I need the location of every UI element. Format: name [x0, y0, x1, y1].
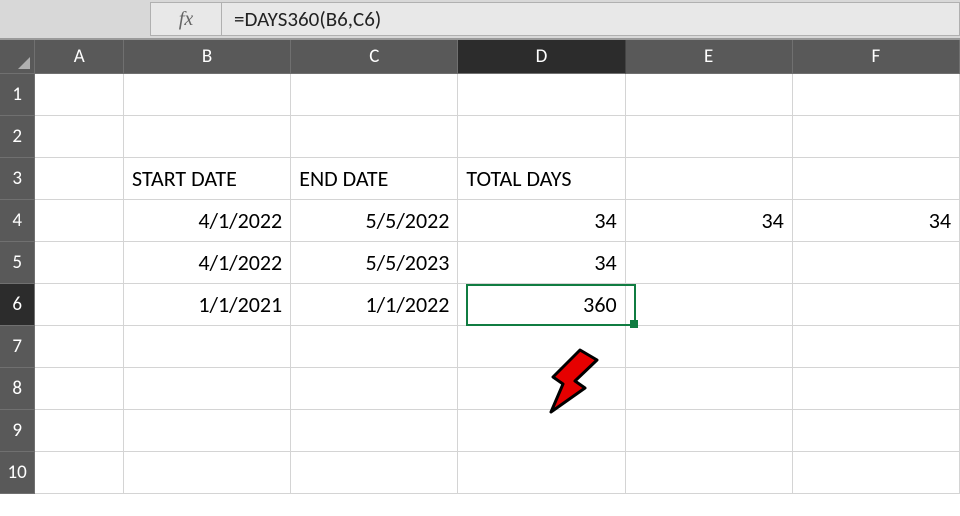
cell-D10[interactable] — [458, 452, 625, 494]
cell-A8[interactable] — [35, 368, 124, 410]
cell-F4[interactable]: 34 — [793, 200, 960, 242]
cell-F8[interactable] — [793, 368, 960, 410]
row-6: 6 1/1/20211/1/2022360 — [0, 284, 960, 326]
cell-C8[interactable] — [291, 368, 458, 410]
row-header-4[interactable]: 4 — [0, 200, 35, 242]
cell-A3[interactable] — [35, 158, 124, 200]
cell-B8[interactable] — [124, 368, 291, 410]
row-1: 1 — [0, 74, 960, 116]
cell-E2[interactable] — [626, 116, 793, 158]
cell-F6[interactable] — [793, 284, 960, 326]
cell-E9[interactable] — [626, 410, 793, 452]
cell-F2[interactable] — [793, 116, 960, 158]
spreadsheet-grid: ABCDEF 123 START DATEEND DATETOTAL DAYS 4 4… — [0, 40, 960, 494]
cell-A9[interactable] — [35, 410, 124, 452]
cell-A4[interactable] — [35, 200, 124, 242]
cell-D5[interactable]: 34 — [458, 242, 625, 284]
cell-F10[interactable] — [793, 452, 960, 494]
cell-C6[interactable]: 1/1/2022 — [291, 284, 458, 326]
column-headers: ABCDEF — [0, 40, 960, 74]
row-header-5[interactable]: 5 — [0, 242, 35, 284]
row-8: 8 — [0, 368, 960, 410]
cell-A1[interactable] — [35, 74, 124, 116]
column-header-F[interactable]: F — [793, 40, 960, 74]
cell-B1[interactable] — [124, 74, 291, 116]
cell-B10[interactable] — [124, 452, 291, 494]
cell-C5[interactable]: 5/5/2023 — [291, 242, 458, 284]
column-header-E[interactable]: E — [626, 40, 793, 74]
row-3: 3 START DATEEND DATETOTAL DAYS — [0, 158, 960, 200]
row-header-2[interactable]: 2 — [0, 116, 35, 158]
row-header-8[interactable]: 8 — [0, 368, 35, 410]
row-header-9[interactable]: 9 — [0, 410, 35, 452]
row-10: 10 — [0, 452, 960, 494]
row-4: 44/1/20225/5/2022343434 — [0, 200, 960, 242]
row-header-6[interactable]: 6 — [0, 284, 35, 326]
cell-C3[interactable]: END DATE — [291, 158, 458, 200]
row-5: 5 4/1/20225/5/202334 — [0, 242, 960, 284]
cell-E8[interactable] — [626, 368, 793, 410]
cell-D9[interactable] — [458, 410, 625, 452]
cell-F5[interactable] — [793, 242, 960, 284]
cell-D8[interactable] — [458, 368, 625, 410]
cell-B7[interactable] — [124, 326, 291, 368]
cell-D1[interactable] — [458, 74, 625, 116]
cell-C9[interactable] — [291, 410, 458, 452]
row-7: 7 — [0, 326, 960, 368]
cell-B5[interactable]: 4/1/2022 — [124, 242, 291, 284]
row-header-1[interactable]: 1 — [0, 74, 35, 116]
cell-A7[interactable] — [35, 326, 124, 368]
cell-C1[interactable] — [291, 74, 458, 116]
row-header-10[interactable]: 10 — [0, 452, 35, 494]
cell-E10[interactable] — [626, 452, 793, 494]
cell-C4[interactable]: 5/5/2022 — [291, 200, 458, 242]
cell-B9[interactable] — [124, 410, 291, 452]
cell-C2[interactable] — [291, 116, 458, 158]
cell-E6[interactable] — [626, 284, 793, 326]
cell-D2[interactable] — [458, 116, 625, 158]
cell-C7[interactable] — [291, 326, 458, 368]
column-header-D[interactable]: D — [458, 40, 625, 74]
cell-E3[interactable] — [626, 158, 793, 200]
cell-E1[interactable] — [626, 74, 793, 116]
cell-B2[interactable] — [124, 116, 291, 158]
column-header-C[interactable]: C — [291, 40, 458, 74]
cell-C10[interactable] — [291, 452, 458, 494]
row-header-3[interactable]: 3 — [0, 158, 35, 200]
cell-D3[interactable]: TOTAL DAYS — [458, 158, 625, 200]
row-2: 2 — [0, 116, 960, 158]
cell-E5[interactable] — [626, 242, 793, 284]
cell-F7[interactable] — [793, 326, 960, 368]
cell-E7[interactable] — [626, 326, 793, 368]
cell-D6[interactable]: 360 — [458, 284, 625, 326]
select-all-corner[interactable] — [0, 40, 35, 74]
formula-input[interactable]: =DAYS360(B6,C6) — [222, 2, 960, 36]
fx-label[interactable]: fx — [150, 2, 222, 36]
cell-E4[interactable]: 34 — [626, 200, 793, 242]
cell-F3[interactable] — [793, 158, 960, 200]
cell-B4[interactable]: 4/1/2022 — [124, 200, 291, 242]
cell-A6[interactable] — [35, 284, 124, 326]
row-9: 9 — [0, 410, 960, 452]
cell-A5[interactable] — [35, 242, 124, 284]
row-header-7[interactable]: 7 — [0, 326, 35, 368]
cell-D4[interactable]: 34 — [458, 200, 625, 242]
cell-D7[interactable] — [458, 326, 625, 368]
column-header-A[interactable]: A — [35, 40, 124, 74]
cell-A10[interactable] — [35, 452, 124, 494]
cell-F1[interactable] — [793, 74, 960, 116]
cell-F9[interactable] — [793, 410, 960, 452]
column-header-B[interactable]: B — [124, 40, 291, 74]
formula-bar: fx =DAYS360(B6,C6) — [0, 0, 960, 40]
cell-A2[interactable] — [35, 116, 124, 158]
cell-B6[interactable]: 1/1/2021 — [124, 284, 291, 326]
cell-B3[interactable]: START DATE — [124, 158, 291, 200]
